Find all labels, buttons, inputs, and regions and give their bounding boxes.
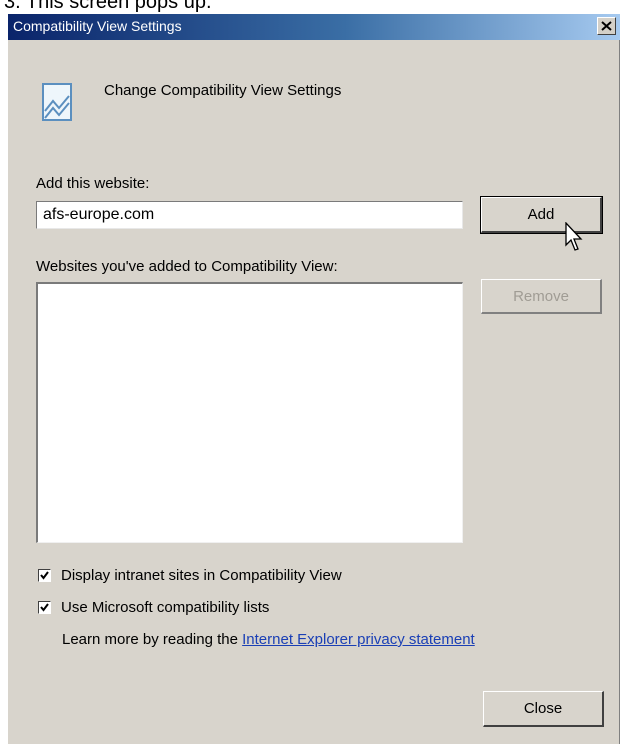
learn-more-prefix: Learn more by reading the: [62, 631, 243, 648]
ms-lists-checkbox[interactable]: [38, 601, 51, 614]
intranet-checkbox-label: Display intranet sites in Compatibility …: [61, 567, 342, 584]
title-close-button[interactable]: [597, 17, 616, 35]
compatibility-view-dialog: Compatibility View Settings Change Compa…: [7, 13, 620, 744]
close-icon: [601, 21, 612, 31]
intranet-checkbox[interactable]: [38, 569, 51, 582]
mouse-pointer-icon: [565, 222, 583, 251]
compatibility-view-icon: [42, 83, 72, 121]
add-website-input[interactable]: [36, 201, 463, 229]
checkmark-icon: [40, 603, 49, 612]
intranet-checkbox-row[interactable]: Display intranet sites in Compatibility …: [38, 567, 342, 584]
websites-list[interactable]: [36, 282, 463, 543]
dialog-header-text: Change Compatibility View Settings: [104, 82, 342, 99]
page-caption: 3. This screen pops up.: [4, 0, 212, 13]
dialog-titlebar[interactable]: Compatibility View Settings: [8, 14, 620, 40]
checkmark-icon: [40, 571, 49, 580]
privacy-statement-link[interactable]: Internet Explorer privacy statement: [242, 631, 475, 648]
learn-more-text: Learn more by reading the Internet Explo…: [62, 631, 475, 648]
ms-lists-checkbox-label: Use Microsoft compatibility lists: [61, 599, 270, 616]
add-website-label: Add this website:: [36, 175, 150, 192]
ms-lists-checkbox-row[interactable]: Use Microsoft compatibility lists: [38, 599, 269, 616]
close-button[interactable]: Close: [483, 691, 604, 727]
dialog-title: Compatibility View Settings: [13, 18, 182, 34]
remove-button[interactable]: Remove: [481, 279, 602, 314]
websites-list-label: Websites you've added to Compatibility V…: [36, 258, 338, 275]
